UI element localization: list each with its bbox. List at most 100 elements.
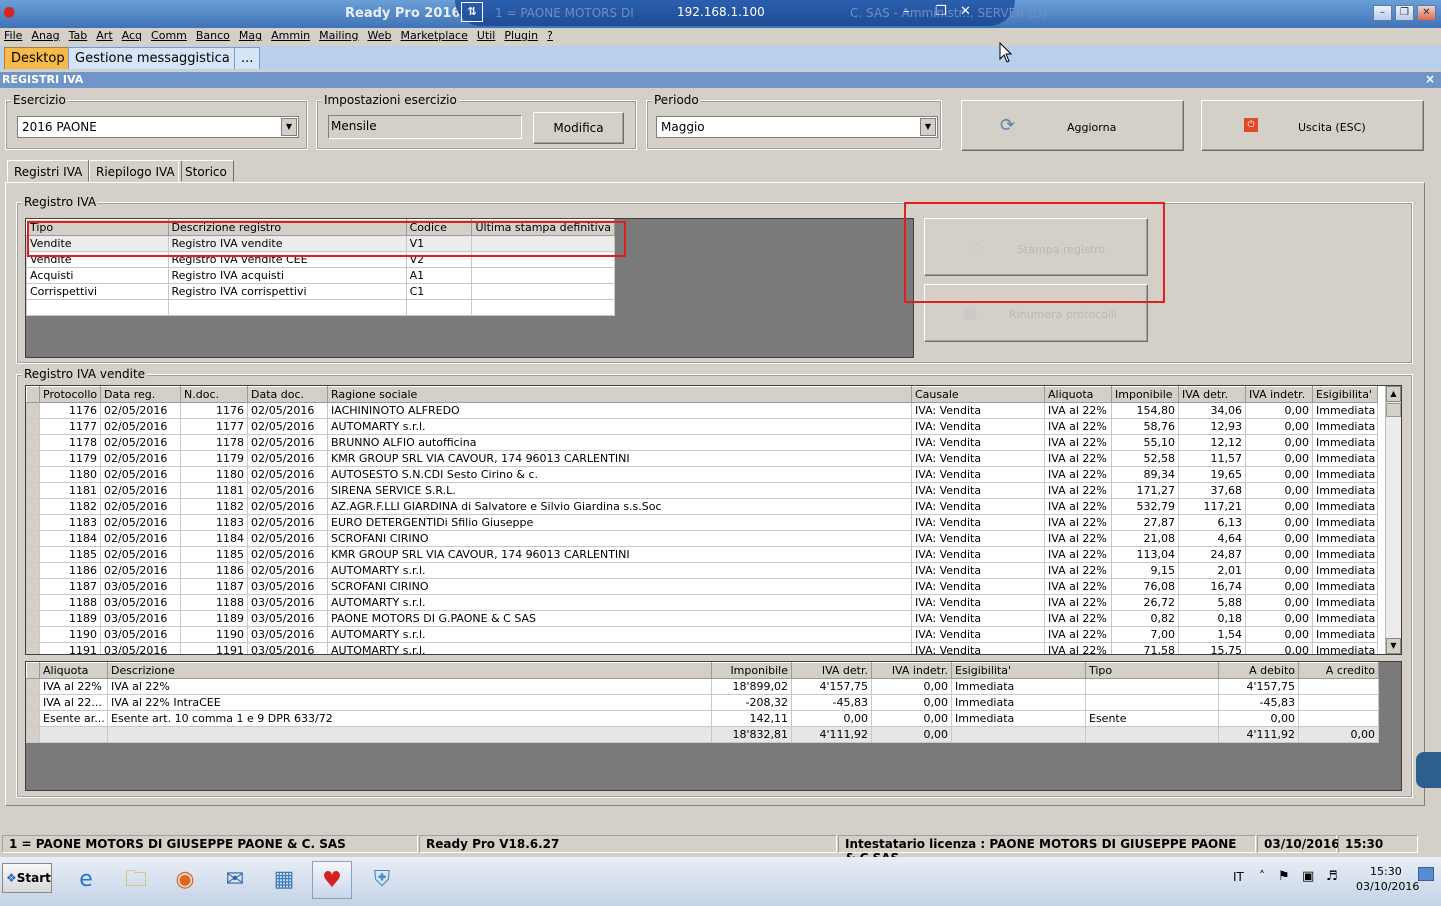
table-row[interactable]: 1190 03/05/2016 1190 03/05/2016 AUTOMARTY s.… <box>26 626 1378 643</box>
app-title: Ready Pro 2016 <box>345 6 461 21</box>
tab-desktop[interactable]: Desktop <box>4 47 72 69</box>
volume-icon[interactable]: ♬ <box>1326 869 1338 884</box>
uscita-button[interactable]: ⏻ Uscita (ESC) <box>1201 100 1424 151</box>
table-cell: 1184 <box>180 530 248 547</box>
rinumera-protocolli-label: Rinumera protocolli <box>1009 308 1117 321</box>
menu-item-acq[interactable]: Acq <box>118 28 147 42</box>
clock-date[interactable]: 03/10/2016 <box>1356 880 1419 893</box>
aggiorna-button[interactable]: ⟳ Aggiorna <box>961 100 1184 151</box>
menu-item-help[interactable]: ? <box>543 28 558 42</box>
table-row[interactable]: 1187 03/05/2016 1187 03/05/2016 SCROFANI CIR… <box>26 578 1378 595</box>
impostazioni-field: Mensile <box>328 115 522 139</box>
esercizio-select[interactable]: 2016 PAONE ▼ <box>17 116 299 138</box>
table-row[interactable]: Acquisti Registro IVA acquisti A1 <box>26 267 615 284</box>
highlight-box <box>27 221 626 257</box>
total-cell: 18'832,81 <box>711 726 792 743</box>
table-row[interactable]: 1185 02/05/2016 1185 02/05/2016 KMR GROUP SR… <box>26 546 1378 563</box>
restore-button[interactable]: ❐ <box>1395 5 1414 21</box>
tab-more[interactable]: ... <box>234 47 261 69</box>
table-row[interactable]: 1181 02/05/2016 1181 02/05/2016 SIRENA SERVI… <box>26 482 1378 499</box>
remote-support-icon[interactable] <box>1416 752 1441 788</box>
shield-app-icon[interactable]: ⛨ <box>362 861 402 899</box>
menu-item-ammin[interactable]: Ammin <box>267 28 315 42</box>
table-row[interactable]: Corrispettivi Registro IVA corrispettivi C… <box>26 283 615 300</box>
table-row[interactable]: 1191 03/05/2016 1191 03/05/2016 AUTOMARTY s.… <box>26 642 1378 654</box>
menu-item-marketplace[interactable]: Marketplace <box>396 28 472 42</box>
table-cell: 1180 <box>180 466 248 483</box>
table-row[interactable]: IVA al 22% IVA al 22% 18'899,02 4'157,75 0,0… <box>26 678 1379 695</box>
language-indicator[interactable]: IT <box>1233 870 1244 884</box>
explorer-icon[interactable]: 🗀 <box>116 861 156 899</box>
table-row[interactable]: IVA al 22... IVA al 22% IntraCEE -208,32 -4… <box>26 694 1379 711</box>
table-cell: 24,87 <box>1178 546 1246 563</box>
menu-item-file[interactable]: File <box>0 28 27 42</box>
scroll-thumb[interactable] <box>1386 403 1401 417</box>
table-cell: IVA al 22% <box>107 678 712 695</box>
table-row[interactable]: 1176 02/05/2016 1176 02/05/2016 IACHININOTO … <box>26 402 1378 419</box>
firefox-icon[interactable]: ◉ <box>165 861 205 899</box>
menu-item-comm[interactable]: Comm <box>147 28 192 42</box>
tray-expand-icon[interactable]: ˄ <box>1259 869 1265 883</box>
menu-item-banco[interactable]: Banco <box>192 28 235 42</box>
table-cell: IVA: Vendita <box>911 482 1045 499</box>
table-cell: 55,10 <box>1111 434 1179 451</box>
table-row[interactable]: 1183 02/05/2016 1183 02/05/2016 EURO DETERGE… <box>26 514 1378 531</box>
scroll-down-icon[interactable]: ▼ <box>1386 638 1401 654</box>
menu-item-anag[interactable]: Anag <box>27 28 64 42</box>
table-cell: 02/05/2016 <box>100 482 181 499</box>
rdp-restore-icon[interactable]: ❐ <box>935 4 947 19</box>
menu-item-mag[interactable]: Mag <box>235 28 267 42</box>
table-row[interactable]: Esente ar... Esente art. 10 comma 1 e 9 D… <box>26 710 1379 727</box>
window-close-icon[interactable]: × <box>1425 72 1435 86</box>
menu-item-web[interactable]: Web <box>363 28 396 42</box>
modifica-button[interactable]: Modifica <box>533 112 624 144</box>
clock-time[interactable]: 15:30 <box>1370 865 1402 878</box>
rdp-close-icon[interactable]: ✕ <box>960 4 971 19</box>
row-indicator <box>26 530 40 547</box>
table-row[interactable]: 1178 02/05/2016 1178 02/05/2016 BRUNNO ALFIO… <box>26 434 1378 451</box>
rdp-minimize-icon[interactable]: – <box>903 4 910 19</box>
menu-item-plugin[interactable]: Plugin <box>500 28 543 42</box>
tab-storico[interactable]: Storico <box>178 160 234 182</box>
chevron-down-icon[interactable]: ▼ <box>920 118 936 136</box>
pin-icon[interactable]: ⇅ <box>461 2 483 22</box>
table-cell: IVA al 22% <box>1044 482 1112 499</box>
periodo-select[interactable]: Maggio ▼ <box>656 116 938 138</box>
calculator-icon[interactable]: ▦ <box>264 861 304 899</box>
table-row[interactable]: 1177 02/05/2016 1177 02/05/2016 AUTOMARTY s.… <box>26 418 1378 435</box>
ie-icon[interactable]: e <box>66 861 106 899</box>
table-cell: 1188 <box>180 594 248 611</box>
menu-item-tab[interactable]: Tab <box>65 28 93 42</box>
menu-item-art[interactable]: Art <box>92 28 117 42</box>
thunderbird-icon[interactable]: ✉ <box>215 861 255 899</box>
table-row[interactable]: 1182 02/05/2016 1182 02/05/2016 AZ.AGR.F.LLI… <box>26 498 1378 515</box>
table-cell: 0,00 <box>1245 482 1313 499</box>
tab-riepilogo-iva[interactable]: Riepilogo IVA <box>89 160 182 182</box>
scroll-up-icon[interactable]: ▲ <box>1386 386 1401 402</box>
table-row[interactable]: 1189 03/05/2016 1189 03/05/2016 PAONE MOTORS… <box>26 610 1378 627</box>
tab-gestione-messaggistica[interactable]: Gestione messaggistica <box>68 47 237 69</box>
table-row[interactable]: 1186 02/05/2016 1186 02/05/2016 AUTOMARTY s.… <box>26 562 1378 579</box>
vendite-scrollbar[interactable]: ▲ ▼ <box>1385 386 1401 654</box>
network-icon[interactable]: ▣ <box>1302 869 1314 884</box>
table-cell: Immediata <box>1312 514 1378 531</box>
table-cell: AUTOMARTY s.r.l. <box>327 642 912 654</box>
tab-registri-iva[interactable]: Registri IVA <box>7 160 90 182</box>
table-row[interactable]: 1188 03/05/2016 1188 03/05/2016 AUTOMARTY s.… <box>26 594 1378 611</box>
table-row[interactable]: 1180 02/05/2016 1180 02/05/2016 AUTOSESTO S.… <box>26 466 1378 483</box>
table-cell: A1 <box>405 267 473 284</box>
start-button[interactable]: ❖Start <box>2 863 52 893</box>
menu-item-util[interactable]: Util <box>473 28 500 42</box>
table-cell: IVA al 22% <box>1044 402 1112 419</box>
show-desktop-icon[interactable] <box>1418 867 1434 881</box>
menu-item-mailing[interactable]: Mailing <box>315 28 363 42</box>
table-row[interactable]: 1179 02/05/2016 1179 02/05/2016 KMR GROUP SR… <box>26 450 1378 467</box>
table-row[interactable]: 1184 02/05/2016 1184 02/05/2016 SCROFANI CIR… <box>26 530 1378 547</box>
close-button[interactable]: ✕ <box>1417 5 1436 21</box>
minimize-button[interactable]: – <box>1373 5 1392 21</box>
table-cell: -45,83 <box>1218 694 1299 711</box>
table-cell: Corrispettivi <box>26 283 169 300</box>
flag-icon[interactable]: ⚑ <box>1278 869 1290 884</box>
readypro-icon[interactable]: ♥ <box>312 861 352 899</box>
chevron-down-icon[interactable]: ▼ <box>281 118 297 136</box>
